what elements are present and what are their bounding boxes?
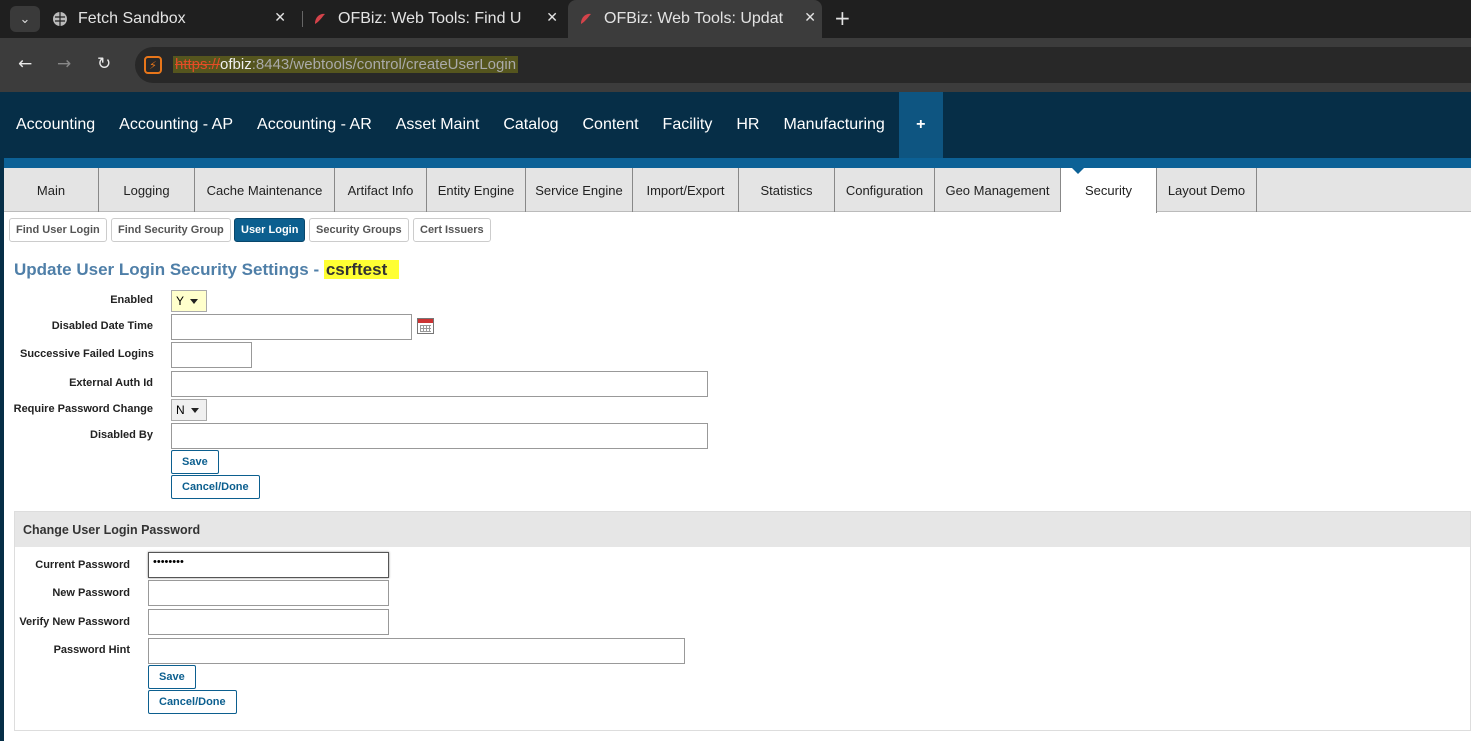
disabled-by-label: Disabled By	[90, 429, 153, 441]
user-login-button[interactable]: User Login	[234, 218, 306, 242]
tab-configuration[interactable]: Configuration	[835, 168, 935, 212]
app-menu-hr[interactable]: HR	[724, 92, 771, 158]
forward-arrow-icon[interactable]: →	[57, 54, 71, 74]
password-hint-label: Password Hint	[53, 644, 130, 656]
security-groups-button[interactable]: Security Groups	[309, 218, 409, 242]
tab-logging[interactable]: Logging	[99, 168, 195, 212]
tab-artifact-info[interactable]: Artifact Info	[335, 168, 427, 212]
verify-new-password-input[interactable]	[148, 609, 389, 635]
browser-tab-find-user[interactable]: OFBiz: Web Tools: Find U ✕	[312, 0, 564, 38]
chevron-down-icon	[190, 298, 199, 304]
tab-security[interactable]: Security	[1061, 167, 1157, 213]
find-security-group-button[interactable]: Find Security Group	[111, 218, 231, 242]
new-tab-plus-icon[interactable]: +	[834, 6, 851, 30]
tab-layout-demo[interactable]: Layout Demo	[1157, 168, 1257, 212]
require-password-change-label: Require Password Change	[13, 403, 153, 415]
user-login-id: csrftest	[323, 260, 400, 279]
tab-statistics[interactable]: Statistics	[739, 168, 835, 212]
disabled-date-time-label: Disabled Date Time	[51, 320, 153, 332]
password-hint-input[interactable]	[148, 638, 685, 664]
browser-toolbar: ← → ↻ ⚡ https://ofbiz:8443/webtools/cont…	[0, 38, 1471, 92]
tab-service-engine[interactable]: Service Engine	[526, 168, 633, 212]
require-password-change-select[interactable]: N	[171, 399, 207, 421]
current-password-input[interactable]: ••••••••	[148, 552, 389, 578]
app-menu-accounting-ar[interactable]: Accounting - AR	[245, 92, 384, 158]
app-menu-manufacturing[interactable]: Manufacturing	[771, 92, 896, 158]
tab-divider	[302, 11, 303, 27]
url-text: https://ofbiz:8443/webtools/control/crea…	[173, 56, 519, 73]
cancel-done-password-button[interactable]: Cancel/Done	[148, 690, 237, 714]
page-title: Update User Login Security Settings - cs…	[14, 260, 400, 280]
address-bar[interactable]: ⚡ https://ofbiz:8443/webtools/control/cr…	[135, 47, 1471, 83]
close-tab-icon[interactable]: ✕	[546, 10, 558, 26]
enabled-select[interactable]: Y	[171, 290, 207, 312]
app-menu-more-button[interactable]: +	[898, 92, 943, 158]
disabled-date-time-input[interactable]	[171, 314, 412, 340]
find-user-login-button[interactable]: Find User Login	[9, 218, 107, 242]
app-menu-accounting-ap[interactable]: Accounting - AP	[107, 92, 245, 158]
new-password-label: New Password	[52, 587, 130, 599]
ofbiz-icon	[312, 11, 328, 27]
tab-cache-maintenance[interactable]: Cache Maintenance	[195, 168, 335, 212]
save-button[interactable]: Save	[171, 450, 219, 474]
disabled-by-input[interactable]	[171, 423, 708, 449]
failed-logins-input[interactable]	[171, 342, 252, 368]
app-menu-asset-maint[interactable]: Asset Maint	[384, 92, 492, 158]
chevron-down-icon	[190, 407, 199, 413]
tab-title: Fetch Sandbox	[78, 10, 186, 27]
reload-icon[interactable]: ↻	[97, 54, 111, 74]
close-tab-icon[interactable]: ✕	[804, 10, 816, 26]
new-password-input[interactable]	[148, 580, 389, 606]
tab-title: OFBiz: Web Tools: Updat	[604, 10, 784, 27]
close-tab-icon[interactable]: ✕	[274, 10, 286, 26]
header-accent-bar	[4, 158, 1471, 168]
back-arrow-icon[interactable]: ←	[18, 54, 32, 74]
tab-entity-engine[interactable]: Entity Engine	[427, 168, 526, 212]
globe-icon	[52, 11, 68, 27]
external-auth-id-input[interactable]	[171, 371, 708, 397]
calendar-icon[interactable]	[417, 318, 434, 334]
app-menu-content[interactable]: Content	[571, 92, 651, 158]
app-menu-catalog[interactable]: Catalog	[491, 92, 570, 158]
enabled-label: Enabled	[110, 294, 153, 306]
component-tab-bar: Main Logging Cache Maintenance Artifact …	[4, 167, 1471, 213]
app-menu-accounting[interactable]: Accounting	[4, 92, 107, 158]
failed-logins-label: Successive Failed Logins	[20, 348, 154, 360]
tab-import-export[interactable]: Import/Export	[633, 168, 739, 212]
change-password-header: Change User Login Password	[15, 512, 1470, 547]
save-password-button[interactable]: Save	[148, 665, 196, 689]
tab-title: OFBiz: Web Tools: Find U	[338, 10, 522, 27]
cert-issuers-button[interactable]: Cert Issuers	[413, 218, 491, 242]
app-menu-facility[interactable]: Facility	[651, 92, 725, 158]
current-password-label: Current Password	[35, 559, 130, 571]
browser-tab-fetch-sandbox[interactable]: Fetch Sandbox ✕	[52, 0, 292, 38]
verify-new-password-label: Verify New Password	[19, 616, 130, 628]
ofbiz-icon	[578, 11, 594, 27]
tab-main[interactable]: Main	[4, 168, 99, 212]
browser-tab-update-user[interactable]: OFBiz: Web Tools: Updat ✕	[568, 0, 822, 38]
app-menu-bar: Accounting Accounting - AP Accounting - …	[4, 92, 1471, 158]
tab-geo-management[interactable]: Geo Management	[935, 168, 1061, 212]
tab-search-chevron-icon[interactable]: ⌄	[10, 6, 40, 32]
browser-tab-bar: ⌄ Fetch Sandbox ✕ OFBiz: Web Tools: Find…	[0, 0, 1471, 38]
external-auth-id-label: External Auth Id	[69, 377, 153, 389]
insecure-lock-icon[interactable]: ⚡	[144, 56, 162, 74]
cancel-done-button[interactable]: Cancel/Done	[171, 475, 260, 499]
